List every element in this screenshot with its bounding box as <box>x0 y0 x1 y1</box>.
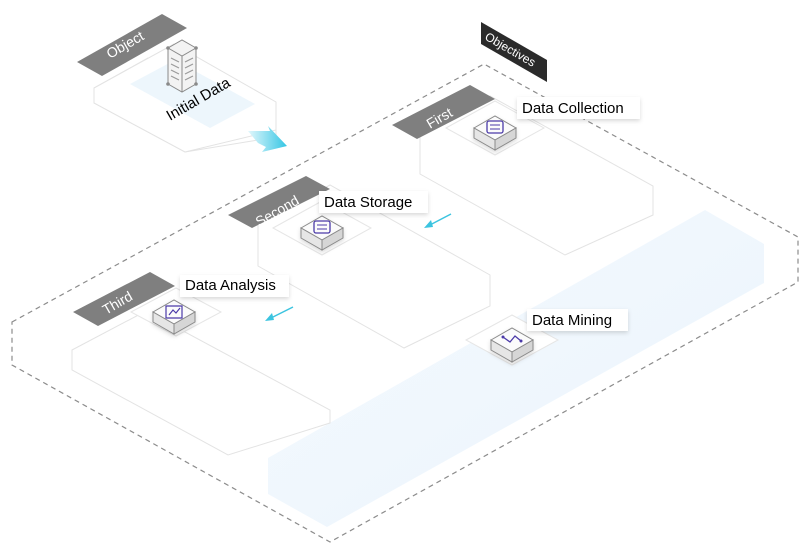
data-analysis-callout: Data Analysis <box>180 275 289 297</box>
flow-arrow-second-to-third <box>265 306 294 321</box>
data-mining-callout: Data Mining <box>527 309 628 331</box>
third-panel-body <box>71 310 331 456</box>
data-storage-label: Data Storage <box>324 194 412 211</box>
data-mining-label: Data Mining <box>532 312 612 329</box>
data-storage-callout: Data Storage <box>319 191 428 213</box>
first-panel-body <box>419 95 654 256</box>
objectives-tag: Objectives <box>481 22 547 82</box>
flow-arrow-first-to-second <box>424 213 452 228</box>
data-collection-callout: Data Collection <box>517 97 640 119</box>
data-collection-label: Data Collection <box>522 100 624 117</box>
data-analysis-label: Data Analysis <box>185 277 276 294</box>
pipeline-diagram: Object Initial Data Objectives First Sec… <box>11 14 799 543</box>
server-icon <box>166 39 198 93</box>
third-panel: Third <box>71 272 331 456</box>
